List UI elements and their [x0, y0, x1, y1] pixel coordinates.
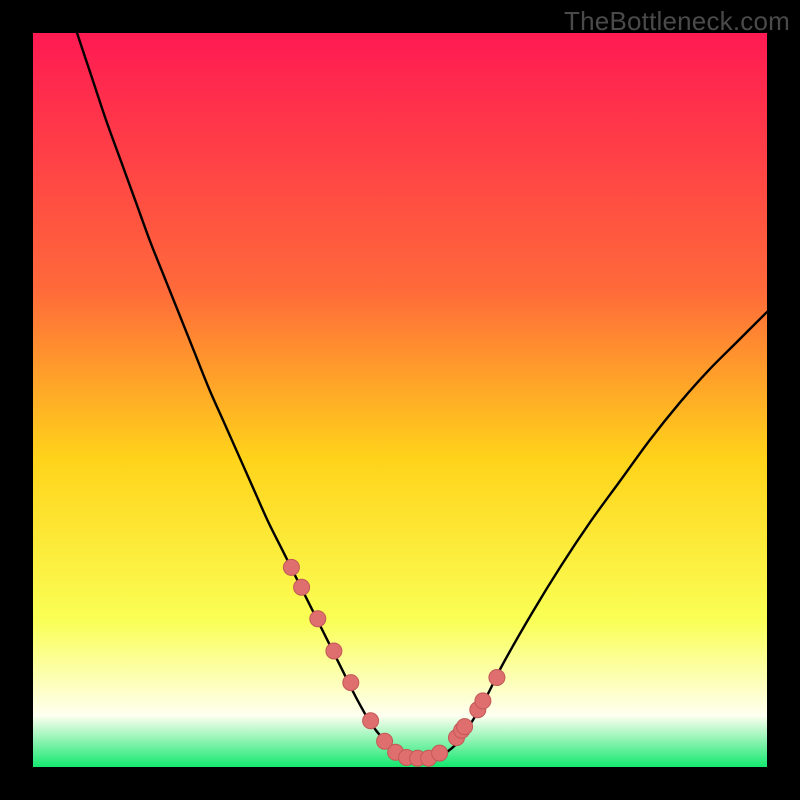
chart-frame: TheBottleneck.com: [0, 0, 800, 800]
curve-marker: [283, 559, 299, 575]
bottleneck-chart: [33, 33, 767, 767]
curve-marker: [294, 579, 310, 595]
curve-marker: [489, 670, 505, 686]
gradient-background: [33, 33, 767, 767]
plot-area: [33, 33, 767, 767]
curve-marker: [475, 693, 491, 709]
curve-marker: [310, 611, 326, 627]
curve-marker: [457, 719, 473, 735]
curve-marker: [363, 713, 379, 729]
curve-marker: [343, 675, 359, 691]
curve-marker: [432, 745, 448, 761]
curve-marker: [326, 643, 342, 659]
